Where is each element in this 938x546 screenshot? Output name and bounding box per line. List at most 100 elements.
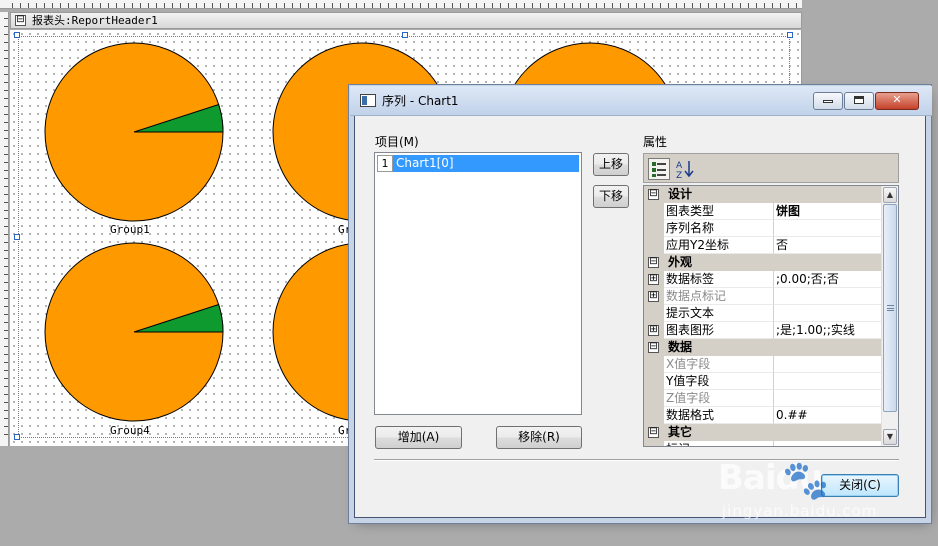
- collapse-icon[interactable]: ⊟: [648, 189, 659, 200]
- ruler-tick: [500, 3, 501, 8]
- property-value[interactable]: [774, 441, 882, 446]
- move-down-button[interactable]: 下移: [593, 185, 629, 208]
- collapse-band-icon[interactable]: ⊟: [15, 15, 26, 26]
- ruler-tick: [4, 146, 8, 147]
- property-row[interactable]: 提示文本: [644, 305, 882, 322]
- property-gutter: ⊟: [644, 424, 664, 441]
- property-gutter: [644, 237, 664, 254]
- collapse-icon[interactable]: ⊟: [648, 342, 659, 353]
- ruler-tick: [724, 3, 725, 8]
- property-row[interactable]: Y值字段: [644, 373, 882, 390]
- maximize-button[interactable]: [844, 92, 874, 110]
- ruler-tick: [4, 322, 8, 323]
- scrollbar-thumb[interactable]: [883, 204, 897, 412]
- property-value[interactable]: ;是;1.00;;实线: [774, 322, 882, 339]
- band-title: 报表头:ReportHeader1: [32, 14, 158, 27]
- property-name: X值字段: [664, 356, 774, 373]
- close-window-button[interactable]: ✕: [875, 92, 919, 110]
- property-value[interactable]: ;0.00;否;否: [774, 271, 882, 288]
- ruler-tick: [380, 3, 381, 8]
- ruler-tick: [556, 3, 557, 8]
- property-value[interactable]: [774, 373, 882, 390]
- property-category[interactable]: ⊟ 数据: [644, 339, 882, 356]
- remove-button[interactable]: 移除(R): [496, 426, 582, 449]
- resize-handle[interactable]: [14, 234, 20, 240]
- property-row[interactable]: 序列名称: [644, 220, 882, 237]
- property-value[interactable]: 饼图: [774, 203, 882, 220]
- add-button[interactable]: 增加(A): [375, 426, 462, 449]
- property-value[interactable]: [774, 288, 882, 305]
- property-row[interactable]: ⊞ 图表图形 ;是;1.00;;实线: [644, 322, 882, 339]
- ruler-tick: [4, 338, 8, 339]
- resize-handle[interactable]: [14, 434, 20, 440]
- alphabetical-sort-icon[interactable]: A Z: [674, 158, 696, 181]
- ruler-tick: [4, 370, 8, 371]
- ruler-tick: [212, 3, 213, 8]
- property-category[interactable]: ⊟ 外观: [644, 254, 882, 271]
- ruler-tick: [4, 210, 8, 211]
- property-name: 序列名称: [664, 220, 774, 237]
- property-value[interactable]: [774, 390, 882, 407]
- chart-label: Gr: [338, 424, 352, 437]
- property-gutter: [644, 220, 664, 237]
- property-value[interactable]: 否: [774, 237, 882, 254]
- move-up-button[interactable]: 上移: [593, 153, 629, 176]
- ruler-tick: [4, 410, 8, 411]
- resize-handle[interactable]: [787, 32, 793, 38]
- minimize-button[interactable]: [813, 92, 843, 110]
- property-value[interactable]: [774, 220, 882, 237]
- ruler-tick: [372, 3, 373, 8]
- property-row[interactable]: X值字段: [644, 356, 882, 373]
- property-value[interactable]: [774, 356, 882, 373]
- scroll-up-icon[interactable]: ▲: [883, 187, 897, 203]
- collapse-icon[interactable]: ⊟: [648, 427, 659, 438]
- property-row[interactable]: 数据格式 0.##: [644, 407, 882, 424]
- expand-icon[interactable]: ⊞: [648, 274, 659, 285]
- resize-handle[interactable]: [402, 32, 408, 38]
- property-category[interactable]: ⊟ 其它: [644, 424, 882, 441]
- ruler-tick: [260, 3, 261, 8]
- ruler-tick: [636, 3, 637, 8]
- collapse-icon[interactable]: ⊟: [648, 257, 659, 268]
- property-name: 外观: [668, 255, 693, 269]
- ruler-tick: [324, 3, 325, 8]
- property-row[interactable]: ⊞ 数据点标记: [644, 288, 882, 305]
- property-row[interactable]: ⊞ 数据标签 ;0.00;否;否: [644, 271, 882, 288]
- property-row[interactable]: 标记: [644, 441, 882, 446]
- ruler-tick: [188, 3, 189, 8]
- ruler-tick: [572, 3, 573, 8]
- scroll-down-icon[interactable]: ▼: [883, 429, 897, 445]
- property-gutter: ⊞: [644, 322, 664, 339]
- property-row[interactable]: 应用Y2坐标否: [644, 237, 882, 254]
- items-listbox[interactable]: 1 Chart1[0]: [374, 152, 582, 415]
- close-icon: ✕: [892, 93, 902, 106]
- property-grid-scrollbar[interactable]: ▲ ▼: [881, 186, 898, 446]
- property-value[interactable]: 0.##: [774, 407, 882, 424]
- ruler-tick: [92, 3, 93, 8]
- categorized-view-icon[interactable]: [648, 158, 670, 180]
- ruler-tick: [4, 346, 8, 347]
- property-value[interactable]: [774, 305, 882, 322]
- expand-icon[interactable]: ⊞: [648, 291, 659, 302]
- property-row[interactable]: 图表类型 饼图: [644, 203, 882, 220]
- property-name: Z值字段: [664, 390, 774, 407]
- list-item[interactable]: 1 Chart1[0]: [377, 155, 579, 172]
- dialog-title: 序列 - Chart1: [382, 94, 459, 108]
- ruler-tick: [52, 3, 53, 8]
- ruler-tick: [268, 3, 269, 8]
- property-category[interactable]: ⊟ 设计: [644, 186, 882, 203]
- property-grid-toolbar: A Z: [643, 153, 899, 183]
- ruler-tick: [4, 218, 8, 219]
- expand-icon[interactable]: ⊞: [648, 325, 659, 336]
- ruler-tick: [4, 314, 8, 315]
- pie-chart-group1[interactable]: [44, 42, 224, 222]
- ruler-tick: [420, 3, 421, 8]
- close-button[interactable]: 关闭(C): [821, 474, 899, 497]
- ruler-tick: [660, 3, 661, 8]
- property-row[interactable]: Z值字段: [644, 390, 882, 407]
- pie-chart-group4[interactable]: [44, 242, 224, 422]
- resize-handle[interactable]: [14, 32, 20, 38]
- report-header-band[interactable]: ⊟ 报表头:ReportHeader1: [10, 12, 802, 29]
- property-grid[interactable]: ⊟ 设计 图表类型 饼图 序列名称 应用Y2坐标否 ⊟ 外观 ⊞ 数据标签 ;0.00;否;否 ⊞ 数据…: [643, 185, 899, 447]
- dialog-titlebar[interactable]: 序列 - Chart1 ✕: [350, 86, 932, 116]
